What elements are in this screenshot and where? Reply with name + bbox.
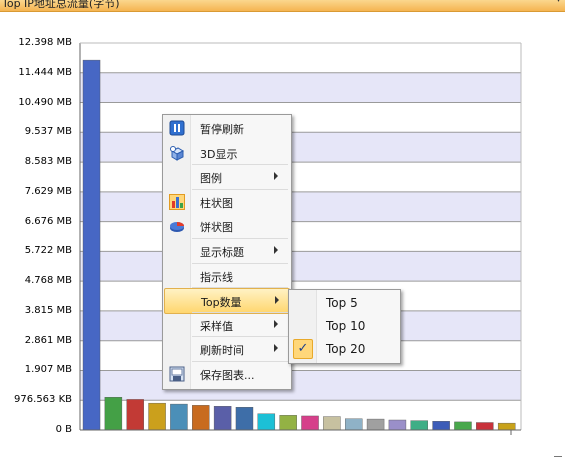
menu-item-label: 柱状图: [200, 196, 233, 210]
y-tick-label: 8.583 MB: [24, 156, 72, 168]
menu-item-9[interactable]: 采样值: [164, 313, 290, 337]
chart-bar[interactable]: [213, 406, 232, 431]
pie-chart-icon: [169, 218, 185, 234]
chart-bar[interactable]: [126, 399, 144, 431]
chart-bar[interactable]: [345, 418, 363, 431]
menu-item-1[interactable]: 暂停刷新: [164, 116, 290, 140]
y-tick-label: 1.907 MB: [24, 364, 72, 376]
y-tick-label: 4.768 MB: [24, 275, 72, 287]
chart-context-menu: 暂停刷新 3D显示图例柱状图饼状图显示标题指示线 Top数量采样值刷新时间保存图表.…: [162, 114, 292, 390]
submenu-item-label: Top 5: [326, 296, 358, 310]
chart-bar[interactable]: [170, 403, 188, 431]
chart-bar[interactable]: [323, 416, 341, 431]
menu-item-label: 采样值: [200, 319, 233, 333]
pause-refresh-icon: [169, 120, 185, 136]
menu-item-2[interactable]: 3D显示: [164, 141, 290, 165]
chart-bar[interactable]: [454, 421, 472, 431]
chart-bar[interactable]: [497, 422, 516, 431]
menu-item-label: 保存图表...: [200, 369, 255, 382]
y-tick-label: 12.398 MB: [18, 37, 72, 48]
chart-bar[interactable]: [410, 420, 428, 431]
grid-band: [80, 370, 521, 401]
menu-item-4[interactable]: 柱状图: [164, 190, 290, 214]
menu-item-label: 3D显示: [200, 147, 238, 161]
menu-item-5[interactable]: 饼状图: [164, 214, 290, 238]
y-tick-label: 5.722 MB: [24, 245, 72, 257]
submenu-arrow-icon: [275, 296, 279, 305]
submenu-item-label: Top 20: [326, 342, 366, 356]
top-count-submenu: Top 5 Top 10 ✓ Top 20: [288, 289, 401, 364]
chart-bar[interactable]: [148, 402, 166, 431]
save-chart-icon: [169, 366, 185, 382]
chart-bar[interactable]: [476, 422, 494, 431]
menu-item-label: 刷新时间: [200, 344, 244, 358]
menu-item-3[interactable]: 图例: [164, 165, 290, 189]
chart-bar[interactable]: [192, 405, 210, 431]
chart-bar[interactable]: [279, 415, 297, 431]
chart-bar[interactable]: [235, 407, 254, 431]
window-edge-mark: [554, 456, 562, 457]
submenu-arrow-icon: [274, 172, 278, 181]
menu-item-10[interactable]: 刷新时间: [164, 337, 290, 361]
y-tick-label: 976.563 KB: [14, 394, 72, 406]
menu-item-6[interactable]: 显示标题: [164, 239, 290, 263]
3d-cube-icon: [169, 145, 185, 161]
menu-item-7[interactable]: 指示线: [164, 264, 290, 288]
grid-band: [80, 191, 521, 222]
chart-bar[interactable]: [82, 59, 101, 431]
menu-item-11[interactable]: 保存图表...: [164, 362, 290, 386]
submenu-item-label: Top 10: [326, 319, 366, 333]
y-tick-label: 0 B: [55, 424, 72, 435]
y-tick-label: 11.444 MB: [18, 66, 72, 78]
y-tick-label: 7.629 MB: [24, 185, 72, 197]
chart-bar[interactable]: [257, 413, 276, 431]
chart-bar[interactable]: [388, 419, 407, 431]
y-tick-label: 3.815 MB: [24, 304, 72, 316]
y-tick-label: 2.861 MB: [24, 334, 72, 346]
grid-band: [80, 72, 521, 103]
y-tick-label: 10.490 MB: [18, 96, 72, 108]
menu-item-label: 指示线: [200, 270, 233, 284]
submenu-arrow-icon: [274, 246, 278, 254]
menu-item-label: 图例: [200, 172, 222, 186]
submenu-item-top-10[interactable]: Top 10: [290, 314, 399, 338]
bar-chart-icon: [169, 193, 185, 210]
chart-bar[interactable]: [104, 397, 123, 431]
chart-bar[interactable]: [301, 415, 319, 431]
y-tick-label: 9.537 MB: [24, 126, 72, 138]
menu-item-8[interactable]: Top数量: [164, 288, 290, 315]
chart-bar[interactable]: [432, 421, 450, 431]
submenu-item-top-5[interactable]: Top 5: [290, 291, 399, 315]
submenu-arrow-icon: [274, 344, 278, 353]
y-tick-label: 6.676 MB: [24, 215, 72, 227]
chart-bar[interactable]: [366, 418, 385, 431]
menu-item-label: 饼状图: [200, 221, 233, 235]
submenu-arrow-icon: [274, 319, 278, 328]
grid-band: [80, 132, 521, 163]
menu-item-label: 显示标题: [200, 246, 244, 259]
grid-band: [80, 251, 521, 282]
menu-item-label: Top数量: [201, 296, 242, 310]
submenu-item-top-20[interactable]: ✓ Top 20: [290, 337, 399, 361]
checkmark-icon: ✓: [293, 339, 313, 359]
menu-item-label: 暂停刷新: [200, 123, 244, 136]
